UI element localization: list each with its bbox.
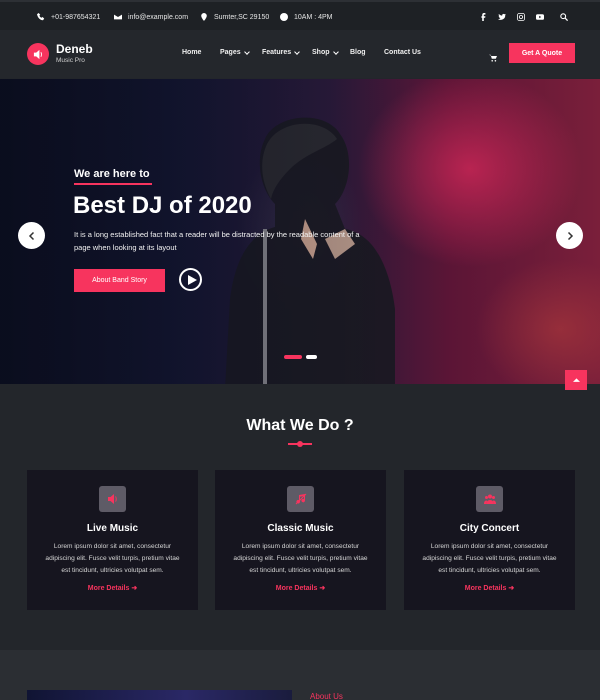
service-card-city-concert: City Concert Lorem ipsum dolor sit amet,… xyxy=(404,470,575,610)
brand-tagline: Music Pro xyxy=(56,57,85,64)
phone-text: +01-987654321 xyxy=(51,13,101,21)
more-details-label: More Details xyxy=(87,585,130,592)
instagram-icon[interactable] xyxy=(517,13,525,21)
map-pin-icon xyxy=(201,13,207,21)
service-card-classic-music: Classic Music Lorem ipsum dolor sit amet… xyxy=(215,470,386,610)
card-icon-box xyxy=(287,486,314,512)
search-icon[interactable] xyxy=(560,13,568,21)
hero-next-button[interactable] xyxy=(556,222,583,249)
card-text: Lorem ipsum dolor sit amet, consectetur … xyxy=(422,543,557,574)
chevron-down-icon xyxy=(332,48,339,55)
chevron-left-icon xyxy=(28,231,34,240)
more-details-link[interactable]: More Details ➜ xyxy=(27,584,198,592)
arrow-right-icon: ➜ xyxy=(131,585,138,592)
clock-icon xyxy=(280,13,288,21)
more-details-link[interactable]: More Details ➜ xyxy=(404,584,575,592)
slider-dot-active[interactable] xyxy=(284,355,302,359)
get-quote-button[interactable]: Get A Quote xyxy=(509,43,575,63)
back-to-top-button[interactable] xyxy=(565,370,587,390)
about-image xyxy=(27,690,292,700)
card-title: Classic Music xyxy=(267,523,334,534)
play-icon xyxy=(187,274,197,285)
arrow-right-icon: ➜ xyxy=(319,585,326,592)
speaker-icon xyxy=(107,494,117,504)
nav-contact-label: Contact Us xyxy=(384,49,421,56)
title-divider-dot xyxy=(297,441,303,447)
nav-home-label: Home xyxy=(182,49,202,56)
phone-icon xyxy=(37,13,45,21)
facebook-icon[interactable] xyxy=(479,13,487,21)
nav-blog[interactable]: Blog xyxy=(350,49,366,56)
card-title: City Concert xyxy=(459,523,520,534)
email-text: info@example.com xyxy=(128,13,189,21)
location-text: Sumter,SC 29150 xyxy=(214,13,270,21)
arrow-right-icon: ➜ xyxy=(508,585,515,592)
hero-title: Best DJ of 2020 xyxy=(73,192,252,219)
card-icon-box xyxy=(476,486,503,512)
logo-mark[interactable] xyxy=(27,43,49,65)
people-icon xyxy=(483,494,496,504)
cart-icon[interactable] xyxy=(489,49,497,62)
mail-icon xyxy=(114,14,122,20)
card-text: Lorem ipsum dolor sit amet, consectetur … xyxy=(45,543,180,574)
nav-blog-label: Blog xyxy=(350,49,366,56)
nav-shop-label: Shop xyxy=(312,49,330,56)
card-title: Live Music xyxy=(86,523,139,534)
location-info: Sumter,SC 29150 xyxy=(200,13,269,21)
more-details-label: More Details xyxy=(464,585,507,592)
nav-shop[interactable]: Shop xyxy=(312,48,339,56)
more-details-link[interactable]: More Details ➜ xyxy=(215,584,386,592)
slider-dot[interactable] xyxy=(306,355,317,359)
hours-info: 10AM : 4PM xyxy=(280,13,333,21)
card-text: Lorem ipsum dolor sit amet, consectetur … xyxy=(233,543,368,574)
more-details-label: More Details xyxy=(275,585,318,592)
hero-kicker: We are here to xyxy=(74,168,150,180)
nav-features[interactable]: Features xyxy=(262,48,301,56)
card-icon-box xyxy=(99,486,126,512)
about-band-story-button[interactable]: About Band Story xyxy=(74,269,165,292)
chevron-down-icon xyxy=(243,48,250,55)
top-bar: +01-987654321 info@example.com Sumter,SC… xyxy=(0,0,600,30)
nav-home[interactable]: Home xyxy=(182,49,201,56)
about-label: About Us xyxy=(310,692,343,700)
chevron-down-icon xyxy=(294,48,301,55)
chevron-up-icon xyxy=(572,377,580,382)
play-video-button[interactable] xyxy=(179,268,202,291)
chevron-right-icon xyxy=(567,231,573,240)
nav-features-label: Features xyxy=(262,49,292,56)
hero-kicker-underline xyxy=(74,183,152,185)
hours-text: 10AM : 4PM xyxy=(294,13,333,21)
youtube-icon[interactable] xyxy=(536,13,544,21)
phone-info[interactable]: +01-987654321 xyxy=(37,13,100,21)
hero-description: It is a long established fact that a rea… xyxy=(74,230,360,252)
hero-prev-button[interactable] xyxy=(18,222,45,249)
section-title: What We Do ? xyxy=(246,417,354,434)
nav-contact[interactable]: Contact Us xyxy=(384,49,421,56)
service-card-live-music: Live Music Lorem ipsum dolor sit amet, c… xyxy=(27,470,198,610)
nav-pages[interactable]: Pages xyxy=(220,48,250,56)
music-off-icon xyxy=(295,493,306,505)
brand-name[interactable]: Deneb xyxy=(56,42,93,56)
email-info[interactable]: info@example.com xyxy=(114,13,188,21)
nav-pages-label: Pages xyxy=(220,49,241,56)
speaker-icon xyxy=(33,49,42,59)
twitter-icon[interactable] xyxy=(498,13,506,21)
